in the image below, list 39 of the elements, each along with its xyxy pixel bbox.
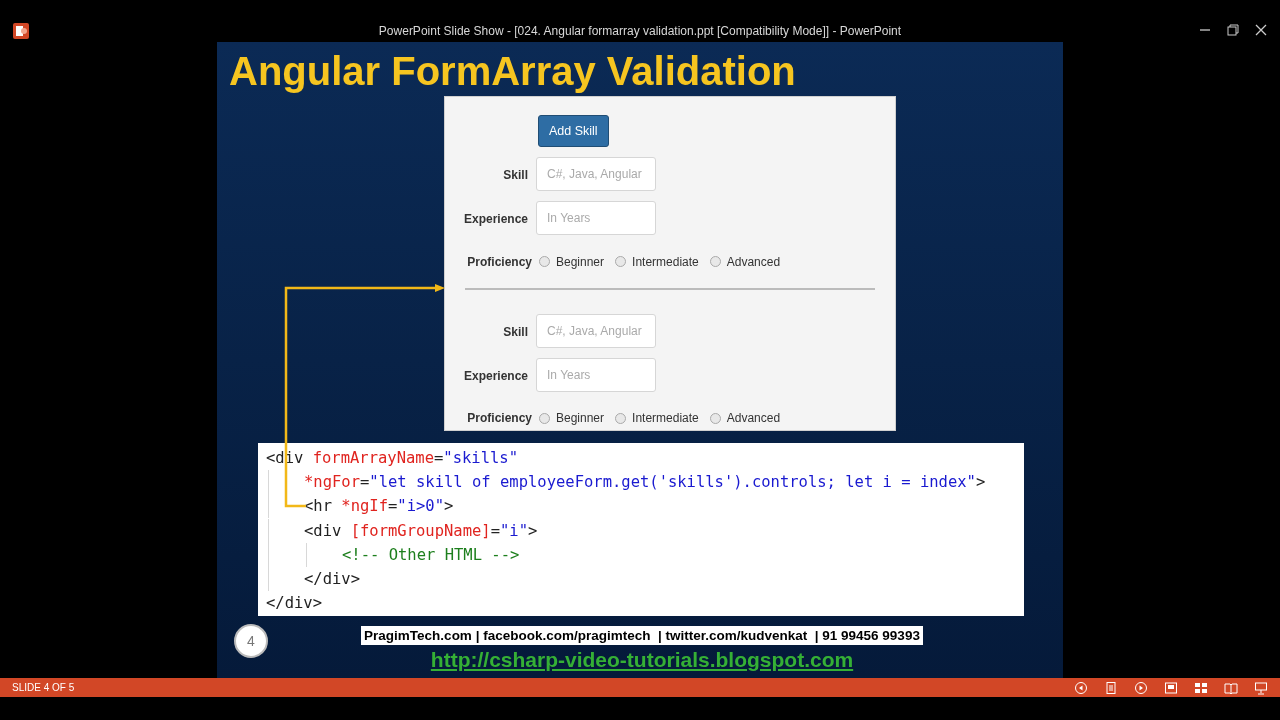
slide-title: Angular FormArray Validation bbox=[229, 49, 796, 93]
contact-info: PragimTech.com | facebook.com/pragimtech | twitter.com/kudvenkat | 91 99456 99393 bbox=[361, 626, 923, 645]
field-label: Experience bbox=[463, 212, 528, 227]
proficiency-radio[interactable]: Intermediate bbox=[615, 409, 699, 428]
experience-input[interactable]: In Years bbox=[536, 357, 656, 392]
experience-input[interactable]: In Years bbox=[536, 201, 656, 236]
field-label: Skill bbox=[503, 168, 528, 183]
field-label: Experience bbox=[463, 368, 528, 383]
close-icon[interactable] bbox=[1254, 23, 1268, 37]
code-line: <!-- Other HTML --> bbox=[342, 544, 520, 566]
blog-link[interactable]: http://csharp-video-tutorials.blogspot.com bbox=[430, 647, 854, 673]
presenter-icon[interactable] bbox=[1254, 680, 1268, 695]
add-skill-button[interactable]: Add Skill bbox=[538, 115, 609, 147]
previous-icon[interactable] bbox=[1074, 680, 1088, 695]
proficiency-radio[interactable]: Beginner bbox=[539, 409, 605, 428]
notes-icon[interactable] bbox=[1104, 680, 1118, 695]
code-line: </div> bbox=[304, 569, 360, 590]
skill-input[interactable]: C#, Java, Angular bbox=[536, 157, 656, 192]
window-title: PowerPoint Slide Show - [024. Angular formarray validation.ppt [Compatibility Mode]] - PowerPoint bbox=[378, 24, 902, 38]
app-logo-icon bbox=[13, 23, 29, 39]
proficiency-radio[interactable]: Advanced bbox=[709, 252, 781, 271]
normal-view-icon[interactable] bbox=[1164, 680, 1178, 695]
code-line: <hr *ngIf="i>0"> bbox=[304, 496, 454, 518]
proficiency-radio[interactable]: Beginner bbox=[539, 252, 605, 271]
next-icon[interactable] bbox=[1134, 680, 1148, 695]
code-line: *ngFor="let skill of employeeForm.get('skills').controls; let i = index"> bbox=[304, 472, 986, 494]
proficiency-radio[interactable]: Advanced bbox=[709, 409, 781, 428]
code-line: </div> bbox=[266, 593, 322, 615]
skill-input[interactable]: C#, Java, Angular bbox=[536, 313, 656, 348]
field-label: Skill bbox=[503, 324, 528, 339]
restore-icon[interactable] bbox=[1226, 23, 1240, 37]
slide-number-badge: 4 bbox=[234, 624, 268, 658]
grid-view-icon[interactable] bbox=[1194, 680, 1208, 695]
proficiency-radio[interactable]: Intermediate bbox=[615, 252, 699, 271]
code-line: <div [formGroupName]="i"> bbox=[304, 520, 538, 542]
field-label: Proficiency bbox=[466, 253, 532, 271]
field-label: Proficiency bbox=[466, 410, 532, 428]
slide-counter: SLIDE 4 OF 5 bbox=[12, 681, 75, 695]
book-icon[interactable] bbox=[1224, 680, 1238, 695]
